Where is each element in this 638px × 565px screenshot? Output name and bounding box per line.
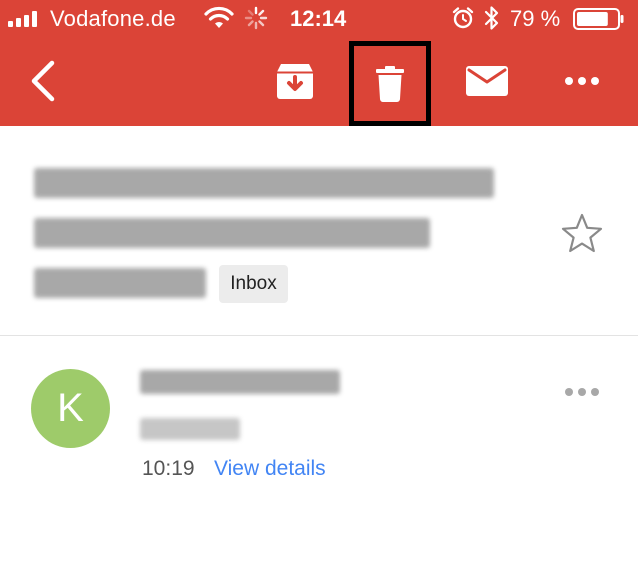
signal-strength-icon (8, 11, 37, 27)
redacted-recipient (140, 418, 240, 440)
back-button[interactable] (20, 56, 64, 106)
chevron-left-icon (31, 60, 55, 102)
redacted-subject-line-1 (34, 168, 494, 198)
more-horizontal-icon (565, 388, 599, 396)
archive-icon (277, 64, 313, 99)
view-details-link[interactable]: View details (214, 457, 326, 481)
star-outline-icon (561, 213, 603, 253)
avatar: K (31, 369, 110, 448)
star-button[interactable] (560, 213, 604, 253)
trash-icon (376, 65, 404, 102)
archive-button[interactable] (272, 58, 318, 104)
label-chip-inbox[interactable]: Inbox (219, 265, 288, 303)
redacted-subject-line-3 (34, 268, 206, 298)
envelope-icon (466, 66, 508, 96)
bluetooth-icon (484, 6, 499, 30)
status-time: 12:14 (290, 6, 347, 31)
alarm-clock-icon (452, 7, 474, 29)
wifi-icon (204, 6, 234, 28)
message-more-button[interactable] (560, 380, 604, 404)
toolbar (0, 38, 638, 126)
battery-icon (573, 8, 624, 30)
delete-button[interactable] (349, 41, 431, 126)
more-horizontal-icon (565, 77, 599, 85)
message-header: K 10:19 View details (0, 336, 638, 565)
activity-spinner-icon (244, 6, 268, 30)
battery-percentage: 79 % (510, 6, 561, 31)
email-subject-section: Inbox (0, 126, 638, 336)
status-bar: Vodafone.de 12:14 79 % (0, 0, 638, 38)
app-header: Vodafone.de 12:14 79 % (0, 0, 638, 126)
mark-unread-button[interactable] (462, 58, 512, 104)
carrier-name: Vodafone.de (50, 6, 176, 31)
redacted-sender-name (140, 370, 340, 394)
redacted-subject-line-2 (34, 218, 430, 248)
more-options-button[interactable] (560, 66, 604, 96)
message-time: 10:19 (142, 457, 195, 480)
